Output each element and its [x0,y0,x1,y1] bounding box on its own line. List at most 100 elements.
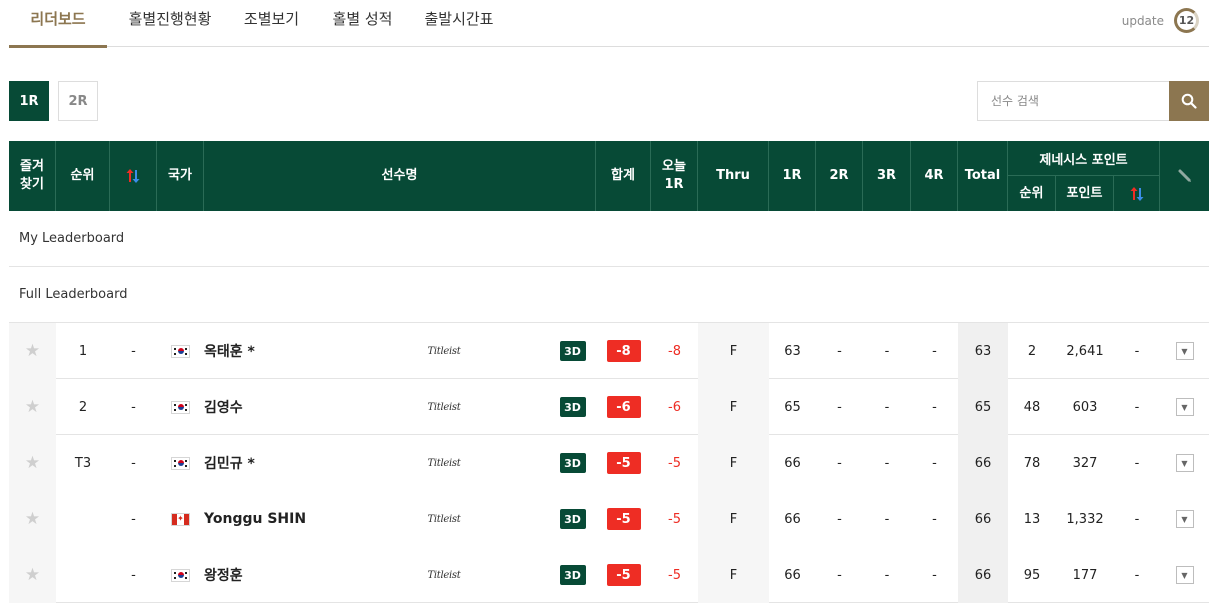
rank-cell [56,491,110,547]
country-cell [157,379,204,435]
table-row[interactable]: ★ 1 - 옥태훈 * Titleist 3D -8 -8 F 63 - - - 63 2 2,641 - ▼ [9,323,1209,379]
r1-cell: 66 [784,511,801,527]
genesis-rank-cell: 95 [1023,567,1041,583]
r4-cell: - [932,343,937,359]
favorite-cell: ★ [9,491,56,547]
view-3d-button[interactable]: 3D [559,453,586,473]
move-cell: - [131,455,136,471]
player-name[interactable]: 옥태훈 * [204,323,399,379]
r1-cell: 66 [784,567,801,583]
today-score: -6 [668,399,681,415]
tab-group-view[interactable]: 조별보기 [234,0,309,47]
up-down-arrows-icon [126,169,140,183]
tab-tee-times[interactable]: 출발시간표 [419,0,499,47]
round-2r-button[interactable]: 2R [58,81,98,121]
header-rank: 순위 [56,141,110,211]
tab-leaderboard[interactable]: 리더보드 [9,0,107,48]
round-1r-button[interactable]: 1R [9,81,49,121]
r1-cell: 63 [784,343,801,359]
search-button[interactable] [1169,81,1209,121]
my-leaderboard-section: My Leaderboard [9,211,1209,267]
today-score: -5 [668,567,681,583]
favorite-cell: ★ [9,379,56,435]
genesis-points-cell: 1,332 [1066,511,1104,527]
view-3d-button[interactable]: 3D [559,397,586,417]
table-row[interactable]: ★ 2 - 김영수 Titleist 3D -6 -6 F 65 - - - 65 48 603 - ▼ [9,379,1209,435]
sponsor-logo: Titleist [399,323,489,379]
r2-cell: - [837,455,842,471]
chevron-down-icon[interactable]: ▼ [1175,566,1194,584]
header-r3: 3R [863,141,911,211]
favorite-cell: ★ [9,435,56,491]
expand-cell: ▼ [1160,491,1209,547]
expand-cell: ▼ [1160,435,1209,491]
header-rank-move[interactable] [110,141,157,211]
star-icon[interactable]: ★ [25,397,40,417]
total-to-par-cell: -8 [596,323,651,379]
player-name[interactable]: Yonggu SHIN [204,491,399,547]
table-row[interactable]: ★ - Yonggu SHIN Titleist 3D -5 -5 F 66 - - - 66 13 1,3… [9,491,1209,547]
star-icon[interactable]: ★ [25,509,40,529]
player-name[interactable]: 왕정훈 [204,547,399,603]
rank-cell [56,547,110,603]
country-cell [157,547,204,603]
view-3d-button[interactable]: 3D [559,509,586,529]
total-strokes-cell: 66 [958,435,1008,491]
thru-cell: F [698,379,769,435]
update-countdown[interactable]: 12 [1174,8,1199,33]
titleist-logo-icon: Titleist [427,513,461,525]
r2-cell: - [837,511,842,527]
expand-cell: ▼ [1160,547,1209,603]
country-cell [157,323,204,379]
view-3d-button[interactable]: 3D [559,341,586,361]
view-3d-cell: 3D [549,547,596,603]
favorite-cell: ★ [9,323,56,379]
genesis-rank-cell: 13 [1023,511,1041,527]
tab-hole-stats[interactable]: 홀별 성적 [325,0,400,47]
search-icon [1181,93,1197,109]
rank-cell: 1 [78,343,88,359]
chevron-down-icon[interactable]: ▼ [1175,510,1194,528]
genesis-rank-cell: 78 [1023,455,1041,471]
header-genesis-points: 제네시스 포인트 [1008,141,1160,176]
expand-cell: ▼ [1160,323,1209,379]
header-tools[interactable] [1160,141,1209,211]
chevron-down-icon[interactable]: ▼ [1175,342,1194,360]
header-r1: 1R [769,141,816,211]
table-row[interactable]: ★ - 왕정훈 Titleist 3D -5 -5 F 66 - - - 66 95 177 - ▼ [9,547,1209,603]
r4-cell: - [932,455,937,471]
star-icon[interactable]: ★ [25,565,40,585]
genesis-points-cell: 2,641 [1066,343,1104,359]
move-cell: - [131,511,136,527]
move-cell: - [131,567,136,583]
thru-cell: F [698,547,769,603]
header-country: 국가 [157,141,204,211]
tab-hole-progress[interactable]: 홀별진행현황 [115,0,225,47]
star-icon[interactable]: ★ [25,453,40,473]
canada-flag-icon [171,512,190,526]
chevron-down-icon[interactable]: ▼ [1175,398,1194,416]
header-total-to-par: 합계 [596,141,651,211]
table-row[interactable]: ★ T3 - 김민규 * Titleist 3D -5 -5 F 66 - - - 66 78 327 - ▼ [9,435,1209,491]
header-genesis-rank: 순위 [1008,176,1056,211]
chevron-down-icon[interactable]: ▼ [1175,454,1194,472]
header-favorite: 즐겨 찾기 [9,141,56,211]
full-leaderboard-section: Full Leaderboard [9,267,1209,323]
player-search-input[interactable] [977,81,1169,121]
titleist-logo-icon: Titleist [427,569,461,581]
r3-cell: - [884,511,890,527]
player-name[interactable]: 김영수 [204,379,399,435]
total-to-par-cell: -5 [596,547,651,603]
titleist-logo-icon: Titleist [427,401,461,413]
header-r2: 2R [816,141,863,211]
view-3d-button[interactable]: 3D [559,565,586,585]
r3-cell: - [884,567,890,583]
star-icon[interactable]: ★ [25,341,40,361]
player-name[interactable]: 김민규 * [204,435,399,491]
r3-cell: - [884,455,890,471]
r3-cell: - [884,343,890,359]
up-down-arrows-icon [1130,186,1143,201]
move-cell: - [131,399,136,415]
korea-flag-icon [171,568,190,582]
header-genesis-move[interactable] [1114,176,1160,211]
